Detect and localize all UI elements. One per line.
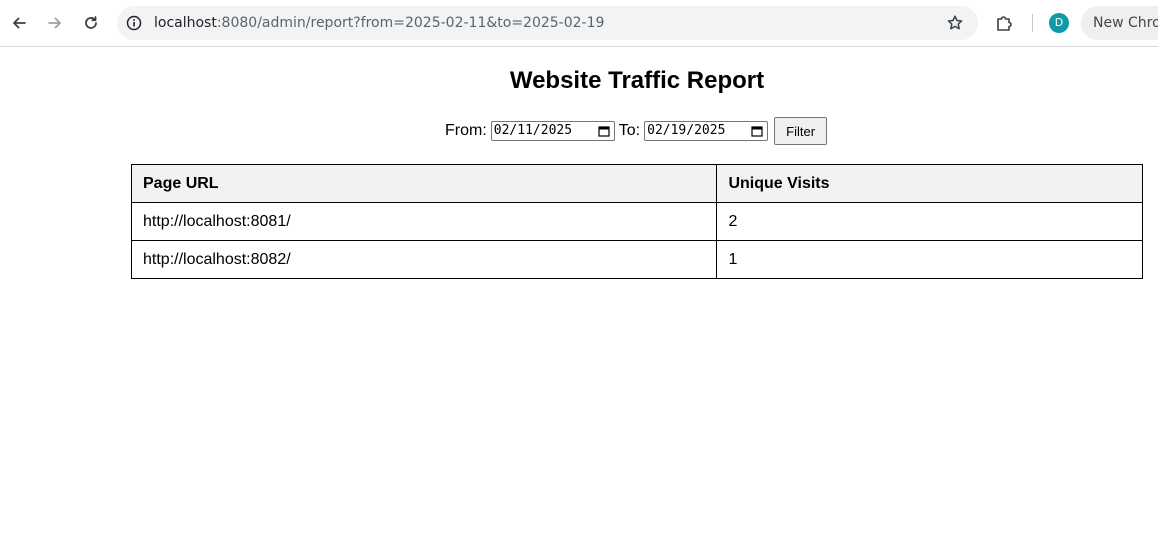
calendar-icon[interactable] [751,125,763,137]
extensions-puzzle-icon[interactable] [995,12,1015,32]
address-bar[interactable]: localhost:8080/admin/report?from=2025-02… [117,6,978,40]
to-label: To: [618,122,641,139]
page-content: Website Traffic Report From: 02/11/2025 … [0,47,1158,533]
unique-visits-cell: 1 [716,240,1143,279]
arrow-right-icon [48,17,61,29]
arrow-left-icon [13,17,26,29]
to-date-value: 02/19/2025 [647,123,726,138]
forward-button[interactable] [42,10,68,36]
to-date-input[interactable]: 02/19/2025 [644,121,769,141]
table-header-row: Page URL Unique Visits [130,164,1143,203]
bookmark-star-icon[interactable] [946,14,964,32]
column-header-page-url: Page URL [130,164,718,203]
filter-button[interactable]: Filter [774,117,828,145]
from-label: From: [445,122,487,139]
url-path: :8080/admin/report?from=2025-02-11&to=20… [216,15,605,31]
date-filter-form: From: 02/11/2025 To: 02/19/2025 Filter [445,117,828,145]
toolbar-separator [1032,14,1033,32]
column-header-unique-visits: Unique Visits [716,164,1143,203]
table-row: http://localhost:8081/ 2 [130,202,1143,241]
calendar-icon[interactable] [598,125,610,137]
profile-avatar[interactable]: D [1049,13,1069,33]
new-chrome-button[interactable]: New Chro [1081,6,1158,40]
back-button[interactable] [6,10,32,36]
page-url-cell: http://localhost:8082/ [130,240,718,279]
reload-button[interactable] [78,10,104,36]
page-title: Website Traffic Report [509,67,765,94]
unique-visits-cell: 2 [716,202,1143,241]
traffic-table: Page URL Unique Visits http://localhost:… [130,164,1143,279]
from-date-input[interactable]: 02/11/2025 [490,121,615,141]
table-row: http://localhost:8082/ 1 [130,240,1143,279]
browser-toolbar: localhost:8080/admin/report?from=2025-02… [0,0,1158,47]
site-info-icon[interactable] [126,15,142,31]
page-url-cell: http://localhost:8081/ [130,202,718,241]
url-host: localhost [154,15,217,31]
from-date-value: 02/11/2025 [493,123,573,138]
reload-icon [85,16,97,29]
url-text[interactable]: localhost:8080/admin/report?from=2025-02… [154,15,604,31]
